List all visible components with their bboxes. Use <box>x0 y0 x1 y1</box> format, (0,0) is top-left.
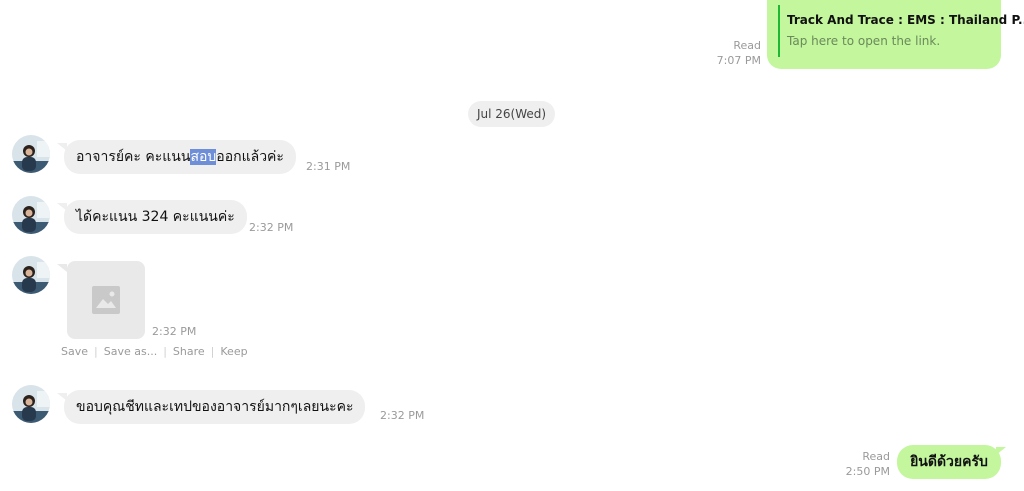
message-time: 2:32 PM <box>380 409 425 422</box>
avatar[interactable] <box>12 196 50 234</box>
read-status: Read <box>862 450 890 463</box>
message-time: 2:50 PM <box>845 465 890 478</box>
avatar[interactable] <box>12 385 50 423</box>
save-button[interactable]: Save <box>61 345 88 358</box>
message-bubble[interactable]: ขอบคุณชีทและเทปของอาจารย์มากๆเลยนะคะ <box>64 390 366 424</box>
bubble-tail <box>57 264 67 272</box>
message-text: ยินดีด้วยครับ <box>910 454 988 470</box>
message-time: 2:32 PM <box>152 325 197 338</box>
avatar-photo-icon <box>12 135 50 173</box>
link-title: Track And Trace : EMS : Thailand P... <box>787 13 1024 27</box>
image-actions: Save | Save as... | Share | Keep <box>61 345 248 358</box>
image-message[interactable] <box>67 261 145 339</box>
avatar[interactable] <box>12 256 50 294</box>
link-message-meta: Read 7:07 PM <box>700 38 761 68</box>
avatar[interactable] <box>12 135 50 173</box>
avatar-photo-icon <box>12 196 50 234</box>
divider: | <box>163 345 167 358</box>
message-time: 7:07 PM <box>716 54 761 67</box>
avatar-photo-icon <box>12 256 50 294</box>
share-button[interactable]: Share <box>173 345 205 358</box>
message-text: ได้คะแนน 324 คะแนนค่ะ <box>76 209 235 225</box>
date-separator: Jul 26(Wed) <box>468 101 555 127</box>
read-status: Read <box>733 39 761 52</box>
divider: | <box>94 345 98 358</box>
image-placeholder-icon <box>92 286 120 314</box>
message-text: อาจารย์คะ คะแนน <box>76 149 191 165</box>
link-accent-bar <box>778 5 780 57</box>
keep-button[interactable]: Keep <box>220 345 247 358</box>
message-text: ออกแล้วค่ะ <box>216 149 284 165</box>
message-text: ขอบคุณชีทและเทปของอาจารย์มากๆเลยนะคะ <box>76 399 354 415</box>
message-bubble[interactable]: ได้คะแนน 324 คะแนนค่ะ <box>64 200 247 234</box>
divider: | <box>210 345 215 358</box>
message-time: 2:32 PM <box>249 221 294 234</box>
link-subtitle: Tap here to open the link. <box>787 34 941 48</box>
selected-text: สอบ <box>190 149 217 165</box>
link-preview-card[interactable]: Track And Trace : EMS : Thailand P... Ta… <box>767 0 1024 69</box>
reply-bubble[interactable]: ยินดีด้วยครับ <box>897 445 1001 479</box>
reply-meta: Read 2:50 PM <box>828 449 890 479</box>
save-as-button[interactable]: Save as... <box>104 345 157 358</box>
message-time: 2:31 PM <box>306 160 351 173</box>
message-bubble[interactable]: อาจารย์คะ คะแนนสอบออกแล้วค่ะ <box>64 140 296 174</box>
avatar-photo-icon <box>12 385 50 423</box>
